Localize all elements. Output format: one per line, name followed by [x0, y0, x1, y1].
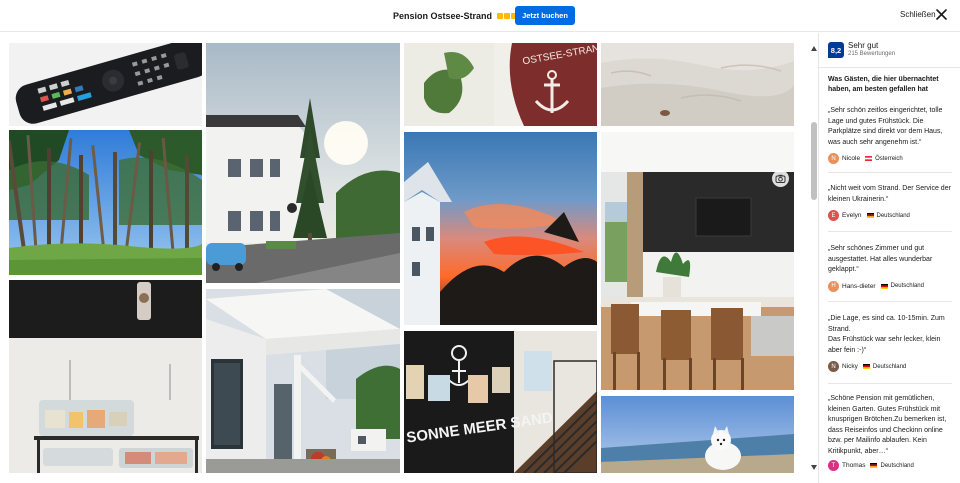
gallery-scrollbar-thumb[interactable]	[811, 122, 817, 200]
reviews-panel: 8,2 Sehr gut 215 Bewertungen Was Gästen,…	[818, 33, 960, 483]
avatar: E	[828, 210, 839, 221]
germany-flag-icon	[862, 364, 870, 369]
reviewer-name: Nicky	[842, 363, 858, 370]
photo-dining-room[interactable]	[601, 132, 794, 390]
review-item: „Nicht weit vom Strand. Der Service der …	[828, 184, 953, 221]
review-text: „Die Lage, es sind ca. 10-15min. Zum Str…	[828, 315, 945, 354]
close-label[interactable]: Schließen	[900, 10, 936, 19]
avatar: N	[828, 153, 839, 164]
review-text: „Nicht weit vom Strand. Der Service der …	[828, 185, 951, 203]
top-bar: Pension Ostsee-Strand ? Jetzt buchen Sch…	[0, 0, 960, 32]
avatar: N	[828, 361, 839, 372]
germany-flag-icon	[866, 213, 874, 218]
photo-beach-sand[interactable]	[601, 43, 794, 126]
germany-flag-icon	[880, 283, 888, 289]
reviewer-country: Deutschland	[872, 363, 907, 370]
avatar: H	[828, 280, 839, 292]
divider	[819, 67, 960, 68]
review-score-badge: 8,2	[828, 42, 844, 58]
avatar: T	[828, 460, 839, 471]
review-text: „Schöne Pension mit gemütlichen, kleinen…	[828, 395, 947, 455]
divider	[828, 383, 952, 384]
divider	[828, 172, 952, 173]
review-item: „Sehr schönes Zimmer und gut ausgestatte…	[828, 244, 953, 292]
reviewer-country: Deutschland	[880, 462, 914, 469]
property-title-group: Pension Ostsee-Strand ?	[393, 6, 531, 26]
review-count: 215 Bewertungen	[848, 51, 896, 57]
reviewer: E Evelyn Deutschland	[828, 210, 953, 221]
photo-ostsee-strand-sign[interactable]: OSTSEE-STRAND	[404, 43, 597, 126]
divider	[828, 231, 952, 232]
photo-pension-exterior[interactable]	[206, 43, 400, 283]
reviewer: N Nicky Deutschland	[828, 361, 953, 372]
reviewer: T Thomas Deutschland	[828, 460, 953, 471]
reviewer-country: Deutschland	[890, 283, 924, 289]
photo-gallery: OSTSEE-STRAND SONNE MEER SAND	[0, 33, 818, 483]
star-icon	[504, 13, 511, 19]
photo-breakfast-cart[interactable]	[9, 280, 202, 473]
photo-forest[interactable]	[9, 130, 202, 275]
scroll-down-arrow-icon[interactable]	[811, 465, 817, 470]
review-item: „Die Lage, es sind ca. 10-15min. Zum Str…	[828, 314, 953, 372]
close-icon[interactable]	[936, 9, 947, 20]
reviewer-name: Evelyn	[842, 212, 862, 219]
reviewer: H Hans-dieter Deutschland	[828, 280, 953, 292]
book-now-button[interactable]: Jetzt buchen	[515, 6, 575, 25]
reviewer-country: Österreich	[875, 155, 903, 162]
photo-dog-beach[interactable]	[601, 396, 794, 473]
divider	[828, 301, 952, 302]
photo-staircase[interactable]: SONNE MEER SAND	[404, 331, 597, 473]
scroll-up-arrow-icon[interactable]	[811, 46, 817, 51]
photo-tv-remote[interactable]	[9, 43, 202, 126]
review-text: „Sehr schönes Zimmer und gut ausgestatte…	[828, 245, 933, 273]
reviewer-name: Nicole	[842, 155, 861, 162]
camera-icon	[775, 174, 786, 183]
star-icon	[497, 13, 504, 19]
reviewer: N Nicole Österreich	[828, 153, 953, 164]
germany-flag-icon	[870, 463, 878, 468]
review-item: „Schöne Pension mit gemütlichen, kleinen…	[828, 394, 953, 471]
austria-flag-icon	[865, 156, 873, 161]
review-text: „Sehr schön zeitlos eingerichtet, tolle …	[828, 107, 943, 146]
guests-loved-heading: Was Gästen, die hier übernachtet haben, …	[828, 76, 939, 93]
reviewer-name: Hans-dieter	[842, 282, 876, 290]
photo-sunset[interactable]	[404, 132, 597, 325]
reviewer-country: Deutschland	[876, 212, 910, 219]
review-score-summary[interactable]: 8,2 Sehr gut 215 Bewertungen	[828, 41, 895, 58]
reviewer-name: Thomas	[842, 462, 866, 469]
review-item: „Sehr schön zeitlos eingerichtet, tolle …	[828, 106, 953, 164]
review-score-word: Sehr gut	[848, 41, 879, 50]
property-title: Pension Ostsee-Strand	[393, 11, 493, 21]
zoom-photo-button[interactable]	[772, 170, 789, 187]
photo-entrance-canopy[interactable]	[206, 289, 400, 473]
